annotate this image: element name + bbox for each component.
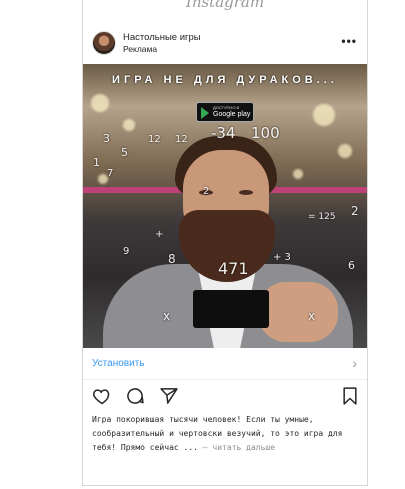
math-overlay: 12 xyxy=(148,134,161,145)
post-media[interactable]: ИГРА НЕ ДЛЯ ДУРАКОВ... ДОСТУПНО В Google… xyxy=(83,64,367,348)
store-badge-top: ДОСТУПНО В xyxy=(213,105,240,110)
post-header: Настольные игры Реклама ••• xyxy=(83,22,367,64)
instagram-logo: Instagram xyxy=(185,0,265,11)
bokeh-light xyxy=(313,104,335,126)
account-name[interactable]: Настольные игры xyxy=(123,32,201,43)
math-overlay: + xyxy=(155,229,164,240)
instagram-topbar: Instagram xyxy=(83,0,367,22)
person-hand xyxy=(258,282,338,342)
math-overlay: 2 xyxy=(203,186,210,197)
math-overlay: 9 xyxy=(123,246,130,257)
heart-icon[interactable] xyxy=(92,386,112,406)
bokeh-light xyxy=(123,119,135,131)
math-overlay: 3 xyxy=(103,132,110,145)
math-overlay: 5 xyxy=(121,146,128,159)
phone xyxy=(193,290,269,328)
install-button[interactable]: Установить xyxy=(92,358,145,369)
install-cta[interactable]: Установить › xyxy=(83,348,367,380)
chevron-right-icon: › xyxy=(352,355,357,371)
math-overlay: 6 xyxy=(348,259,355,272)
math-overlay: 1 xyxy=(93,156,100,169)
math-overlay: x xyxy=(308,309,316,323)
post-frame: Instagram Настольные игры Реклама ••• ИГ… xyxy=(82,0,368,486)
bokeh-light xyxy=(293,169,303,179)
math-overlay: 8 xyxy=(168,252,176,266)
share-icon[interactable] xyxy=(159,386,179,406)
math-overlay: 7 xyxy=(107,168,114,179)
math-overlay: 12 xyxy=(175,134,188,145)
store-badge-main: Google play xyxy=(213,111,251,118)
comment-icon[interactable] xyxy=(125,386,145,406)
math-overlay: = 125 xyxy=(308,212,336,222)
bokeh-light xyxy=(338,144,352,158)
post-caption: Игра покорившая тысячи человек! Если ты … xyxy=(92,413,362,455)
sponsored-label: Реклама xyxy=(123,44,158,54)
bokeh-light xyxy=(91,94,109,112)
math-overlay: 100 xyxy=(251,124,280,142)
math-overlay: x xyxy=(163,309,171,323)
math-overlay: + 3 xyxy=(273,252,291,263)
math-overlay: 471 xyxy=(218,259,249,278)
google-play-badge[interactable]: ДОСТУПНО В Google play xyxy=(196,102,254,122)
person-eye xyxy=(239,190,253,195)
bookmark-icon[interactable] xyxy=(341,386,359,406)
math-overlay: -34 xyxy=(211,124,236,142)
more-options-icon[interactable]: ••• xyxy=(341,34,357,48)
avatar[interactable] xyxy=(92,31,116,55)
promo-headline: ИГРА НЕ ДЛЯ ДУРАКОВ... xyxy=(112,74,338,86)
math-overlay: 2 xyxy=(351,204,359,218)
read-more-link[interactable]: — читать дальше xyxy=(203,443,275,452)
google-play-icon xyxy=(201,107,209,119)
post-actions xyxy=(83,384,367,410)
